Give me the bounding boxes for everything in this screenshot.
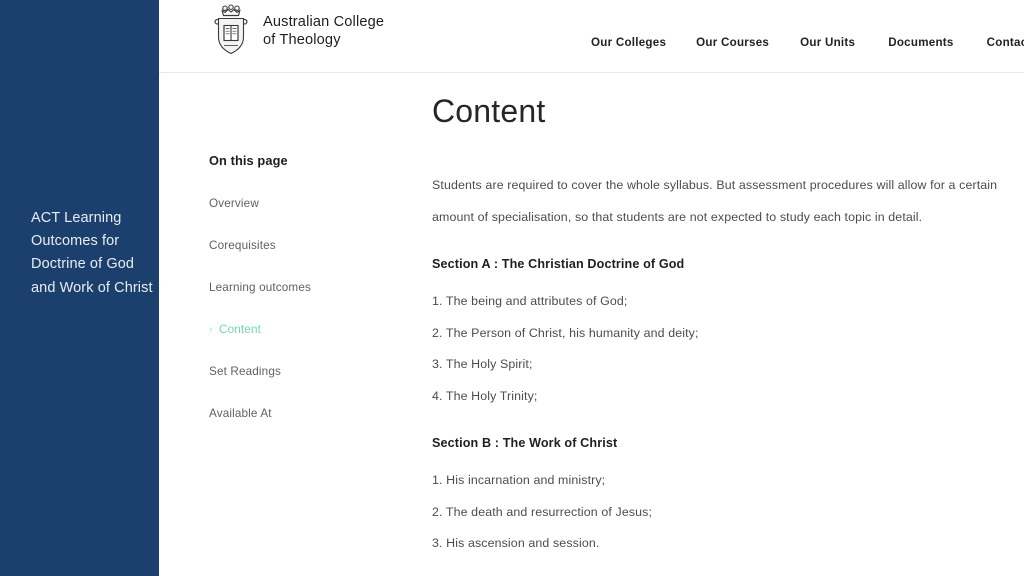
chevron-right-icon: › (209, 323, 213, 335)
on-this-page-nav: On this page Overview Corequisites Learn… (209, 153, 399, 420)
nav-item-documents[interactable]: Documents (888, 36, 953, 49)
toc-item-overview[interactable]: Overview (209, 197, 399, 210)
toc-item-available-at[interactable]: Available At (209, 407, 399, 420)
list-item: 2. The death and resurrection of Jesus; (432, 504, 653, 519)
brand-logo[interactable]: Australian College of Theology (209, 0, 384, 62)
on-this-page-heading: On this page (209, 153, 288, 168)
toc-item-content-label: Content (219, 323, 261, 336)
nav-item-our-colleges[interactable]: Our Colleges (591, 36, 666, 49)
list-item: 3. The Holy Spirit; (432, 357, 533, 371)
section-a-list: 1. The being and attributes of God; 2. T… (432, 286, 1024, 412)
left-title-rail: ACT Learning Outcomes for Doctrine of Go… (0, 0, 159, 576)
college-crest-icon (214, 4, 248, 55)
brand-name: Australian College of Theology (263, 13, 385, 49)
list-item: 1. His incarnation and ministry; (432, 473, 606, 487)
page-column: Australian College of Theology Our Colle… (159, 0, 1024, 576)
section-b-list: 1. His incarnation and ministry; 2. The … (432, 465, 1024, 560)
toc-item-content[interactable]: › Content (209, 323, 399, 336)
page-body: On this page Overview Corequisites Learn… (159, 73, 1024, 576)
main-navigation: Our Colleges Our Courses Our Units Docum… (591, 36, 1024, 49)
list-item: 1. The being and attributes of God; (432, 294, 628, 308)
nav-item-contact[interactable]: Contact (987, 36, 1024, 49)
section-b-heading: Section B : The Work of Christ (432, 436, 618, 450)
section-a-heading: Section A : The Christian Doctrine of Go… (432, 257, 685, 271)
toc-item-set-readings[interactable]: Set Readings (209, 365, 399, 378)
article-content: Content Students are required to cover t… (432, 73, 1024, 560)
list-item: 3. His ascension and session. (432, 536, 600, 550)
page-title: Content (432, 93, 546, 129)
nav-item-our-units[interactable]: Our Units (800, 36, 855, 49)
nav-item-our-courses[interactable]: Our Courses (696, 36, 769, 49)
site-header: Australian College of Theology Our Colle… (159, 0, 1024, 73)
toc-item-learning-outcomes[interactable]: Learning outcomes (209, 281, 399, 294)
list-item: 4. The Holy Trinity; (432, 388, 538, 403)
toc-item-corequisites[interactable]: Corequisites (209, 239, 399, 252)
unit-title: ACT Learning Outcomes for Doctrine of Go… (31, 210, 153, 296)
list-item: 2. The Person of Christ, his humanity an… (432, 325, 699, 340)
browser-viewport: ACT Learning Outcomes for Doctrine of Go… (0, 0, 1024, 576)
intro-paragraph: Students are required to cover the whole… (432, 178, 998, 224)
